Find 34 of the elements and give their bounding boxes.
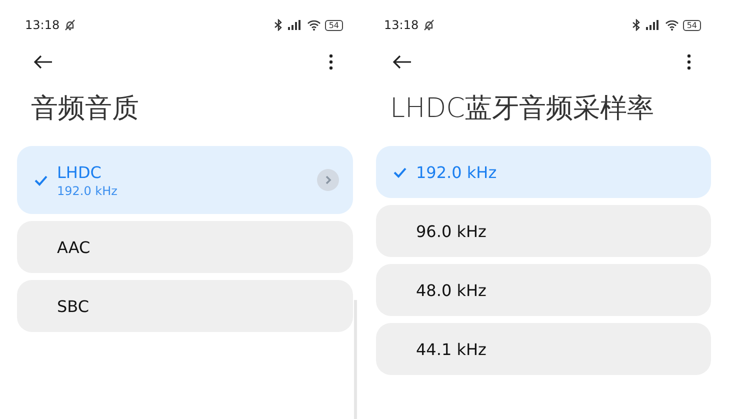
option-label: AAC	[57, 238, 92, 256]
option-item[interactable]: 96.0 kHz	[376, 205, 711, 257]
checkmark-icon	[34, 174, 48, 186]
status-time: 13:18	[25, 18, 60, 32]
battery-level: 54	[682, 20, 701, 30]
bluetooth-icon	[274, 19, 283, 31]
more-options-icon[interactable]	[687, 54, 691, 70]
option-label: 192.0 kHz	[416, 162, 498, 182]
option-item[interactable]: 48.0 kHz	[376, 264, 711, 316]
page-title: 音频音质	[30, 92, 140, 126]
status-time: 13:18	[384, 18, 419, 32]
option-label: 44.1 kHz	[416, 340, 488, 358]
battery-level: 54	[324, 20, 343, 30]
wifi-icon	[664, 19, 679, 31]
back-arrow-icon[interactable]	[33, 55, 53, 69]
option-label: 48.0 kHz	[416, 280, 488, 300]
option-label: 96.0 kHz	[416, 222, 488, 240]
muted-bell-icon	[64, 19, 76, 31]
wifi-icon	[306, 19, 321, 31]
option-item[interactable]: SBC	[17, 280, 353, 332]
muted-bell-icon	[422, 19, 435, 31]
checkmark-icon	[393, 166, 407, 178]
bluetooth-icon	[632, 19, 641, 31]
chevron-right-icon[interactable]	[317, 169, 339, 191]
signal-icon	[286, 19, 303, 31]
option-item[interactable]: AAC	[17, 221, 353, 273]
more-options-icon[interactable]	[329, 54, 333, 70]
option-label: SBC	[57, 296, 90, 316]
page-title: LHDC蓝牙音频采样率	[389, 92, 655, 126]
option-detail: 192.0 kHz	[57, 184, 118, 198]
option-item[interactable]: 44.1 kHz	[376, 323, 711, 375]
option-label: LHDC	[57, 162, 102, 182]
signal-icon	[644, 19, 661, 31]
back-arrow-icon[interactable]	[392, 55, 412, 69]
